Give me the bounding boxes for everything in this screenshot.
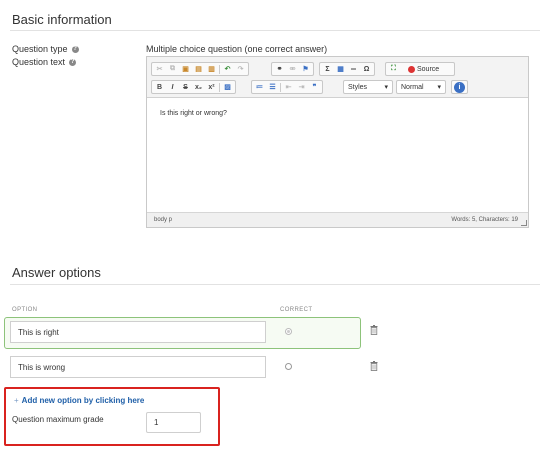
divider bbox=[10, 284, 540, 285]
indent-icon[interactable]: ⇥ bbox=[296, 82, 307, 93]
element-path[interactable]: body p bbox=[154, 217, 172, 223]
add-option-link[interactable]: + Add new option by clicking here bbox=[14, 396, 144, 405]
answer-options-title: Answer options bbox=[12, 265, 101, 280]
question-text-label: Question text ? bbox=[12, 57, 77, 67]
help-icon[interactable]: ? bbox=[69, 58, 77, 66]
editor-toolbar: ✂ ⧉ ▣ ▤ ▥ ↶ ↷ ⚭ ⚮ ⚑ Σ ▦ ═ Ω ⛶ Source B I… bbox=[147, 57, 528, 98]
link-icon[interactable]: ⚭ bbox=[274, 64, 285, 75]
max-grade-label: Question maximum grade bbox=[12, 415, 104, 424]
paste-text-icon[interactable]: ▤ bbox=[193, 64, 204, 75]
paste-icon[interactable]: ▣ bbox=[180, 64, 191, 75]
basic-styles-group: B I S x₂ x² ▨ bbox=[151, 80, 236, 94]
chevron-down-icon: ▾ bbox=[437, 84, 441, 91]
toolbar-separator bbox=[219, 64, 220, 74]
insert-group: Σ ▦ ═ Ω bbox=[319, 62, 375, 76]
question-type-value: Multiple choice question (one correct an… bbox=[146, 44, 328, 54]
basic-info-title: Basic information bbox=[12, 12, 112, 27]
unlink-icon[interactable]: ⚮ bbox=[287, 64, 298, 75]
resize-handle[interactable] bbox=[521, 220, 527, 226]
word-count: Words: 5, Characters: 19 bbox=[451, 217, 518, 223]
outdent-icon[interactable]: ⇤ bbox=[283, 82, 294, 93]
bullet-list-icon[interactable]: ☰ bbox=[267, 82, 278, 93]
source-button[interactable]: Source bbox=[405, 65, 442, 73]
correct-radio[interactable] bbox=[285, 363, 292, 370]
question-text-editor[interactable]: ✂ ⧉ ▣ ▤ ▥ ↶ ↷ ⚭ ⚮ ⚑ Σ ▦ ═ Ω ⛶ Source B I… bbox=[146, 56, 529, 228]
plus-icon: + bbox=[14, 396, 19, 405]
cut-icon[interactable]: ✂ bbox=[154, 64, 165, 75]
italic-icon[interactable]: I bbox=[167, 82, 178, 93]
editor-content[interactable]: Is this right or wrong? bbox=[160, 110, 227, 117]
list-group: ≔ ☰ ⇤ ⇥ ❞ bbox=[251, 80, 323, 94]
format-select[interactable]: Normal ▾ bbox=[396, 80, 446, 94]
editor-content-area[interactable]: Is this right or wrong? bbox=[147, 98, 528, 213]
about-group: i bbox=[451, 80, 468, 94]
question-type-label: Question type ? bbox=[12, 44, 79, 54]
source-group: ⛶ Source bbox=[385, 62, 456, 76]
bold-icon[interactable]: B bbox=[154, 82, 165, 93]
info-icon[interactable]: i bbox=[454, 81, 465, 93]
toolbar-separator bbox=[219, 82, 220, 92]
source-icon bbox=[408, 65, 415, 73]
divider bbox=[10, 30, 540, 31]
copy-icon[interactable]: ⧉ bbox=[167, 64, 178, 75]
superscript-icon[interactable]: x² bbox=[206, 82, 217, 93]
horizontal-line-icon[interactable]: ═ bbox=[348, 64, 359, 75]
chevron-down-icon: ▾ bbox=[384, 84, 388, 91]
trash-icon[interactable] bbox=[370, 325, 378, 335]
styles-select[interactable]: Styles ▾ bbox=[343, 80, 393, 94]
link-group: ⚭ ⚮ ⚑ bbox=[271, 62, 314, 76]
trash-icon[interactable] bbox=[370, 361, 378, 371]
help-icon[interactable]: ? bbox=[71, 45, 79, 53]
subscript-icon[interactable]: x₂ bbox=[193, 82, 204, 93]
editor-statusbar: body p Words: 5, Characters: 19 bbox=[147, 212, 528, 227]
paste-word-icon[interactable]: ▥ bbox=[206, 64, 217, 75]
column-header-correct: CORRECT bbox=[280, 307, 313, 313]
math-icon[interactable]: Σ bbox=[322, 64, 333, 75]
option-input[interactable]: This is right bbox=[10, 321, 266, 343]
undo-icon[interactable]: ↶ bbox=[222, 64, 233, 75]
table-icon[interactable]: ▦ bbox=[335, 64, 346, 75]
option-input[interactable]: This is wrong bbox=[10, 356, 266, 378]
max-grade-input[interactable]: 1 bbox=[146, 412, 201, 433]
column-header-option: OPTION bbox=[12, 307, 38, 313]
special-char-icon[interactable]: Ω bbox=[361, 64, 372, 75]
clipboard-group: ✂ ⧉ ▣ ▤ ▥ ↶ ↷ bbox=[151, 62, 249, 76]
toolbar-separator bbox=[280, 82, 281, 92]
blockquote-icon[interactable]: ❞ bbox=[309, 82, 320, 93]
redo-icon[interactable]: ↷ bbox=[235, 64, 246, 75]
numbered-list-icon[interactable]: ≔ bbox=[254, 82, 265, 93]
strike-icon[interactable]: S bbox=[180, 82, 191, 93]
image-icon[interactable]: ▨ bbox=[222, 82, 233, 93]
anchor-icon[interactable]: ⚑ bbox=[300, 64, 311, 75]
maximize-icon[interactable]: ⛶ bbox=[388, 64, 399, 75]
correct-radio[interactable] bbox=[285, 328, 292, 335]
